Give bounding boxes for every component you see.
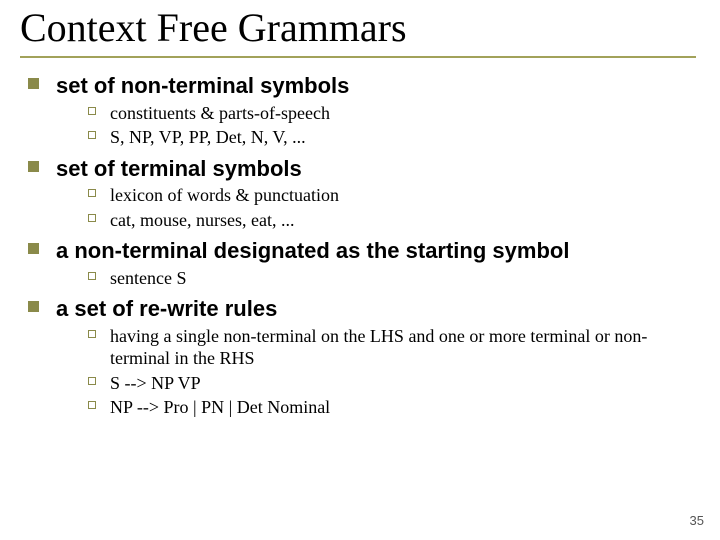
list-item: a non-terminal designated as the startin… — [28, 237, 692, 289]
item-heading: set of terminal symbols — [56, 155, 692, 183]
sub-item-text: constituents & parts-of-speech — [110, 103, 330, 123]
list-item: set of terminal symbols lexicon of words… — [28, 155, 692, 232]
sub-list: sentence S — [56, 267, 692, 290]
hollow-square-bullet-icon — [88, 107, 96, 115]
slide-body: set of non-terminal symbols constituents… — [0, 58, 720, 419]
slide: Context Free Grammars set of non-termina… — [0, 0, 720, 540]
list-item: lexicon of words & punctuation — [88, 184, 692, 207]
hollow-square-bullet-icon — [88, 377, 96, 385]
list-item: a set of re-write rules having a single … — [28, 295, 692, 419]
sub-item-text: sentence S — [110, 268, 186, 288]
bullet-list: set of non-terminal symbols constituents… — [28, 72, 692, 419]
list-item: sentence S — [88, 267, 692, 290]
sub-list: constituents & parts-of-speech S, NP, VP… — [56, 102, 692, 149]
slide-title: Context Free Grammars — [20, 6, 700, 54]
hollow-square-bullet-icon — [88, 214, 96, 222]
sub-item-text: having a single non-terminal on the LHS … — [110, 326, 647, 369]
sub-item-text: NP --> Pro | PN | Det Nominal — [110, 397, 330, 417]
square-bullet-icon — [28, 78, 39, 89]
sub-item-text: S, NP, VP, PP, Det, N, V, ... — [110, 127, 306, 147]
square-bullet-icon — [28, 161, 39, 172]
hollow-square-bullet-icon — [88, 330, 96, 338]
list-item: NP --> Pro | PN | Det Nominal — [88, 396, 692, 419]
square-bullet-icon — [28, 301, 39, 312]
title-area: Context Free Grammars — [0, 0, 720, 58]
list-item: having a single non-terminal on the LHS … — [88, 325, 692, 370]
list-item: S, NP, VP, PP, Det, N, V, ... — [88, 126, 692, 149]
sub-item-text: lexicon of words & punctuation — [110, 185, 339, 205]
square-bullet-icon — [28, 243, 39, 254]
list-item: constituents & parts-of-speech — [88, 102, 692, 125]
item-heading: set of non-terminal symbols — [56, 72, 692, 100]
item-heading: a set of re-write rules — [56, 295, 692, 323]
hollow-square-bullet-icon — [88, 131, 96, 139]
hollow-square-bullet-icon — [88, 401, 96, 409]
list-item: S --> NP VP — [88, 372, 692, 395]
list-item: set of non-terminal symbols constituents… — [28, 72, 692, 149]
sub-list: having a single non-terminal on the LHS … — [56, 325, 692, 419]
item-heading: a non-terminal designated as the startin… — [56, 237, 692, 265]
sub-item-text: cat, mouse, nurses, eat, ... — [110, 210, 294, 230]
list-item: cat, mouse, nurses, eat, ... — [88, 209, 692, 232]
title-underline — [20, 56, 696, 58]
page-number: 35 — [690, 513, 704, 528]
sub-item-text: S --> NP VP — [110, 373, 201, 393]
hollow-square-bullet-icon — [88, 189, 96, 197]
hollow-square-bullet-icon — [88, 272, 96, 280]
sub-list: lexicon of words & punctuation cat, mous… — [56, 184, 692, 231]
